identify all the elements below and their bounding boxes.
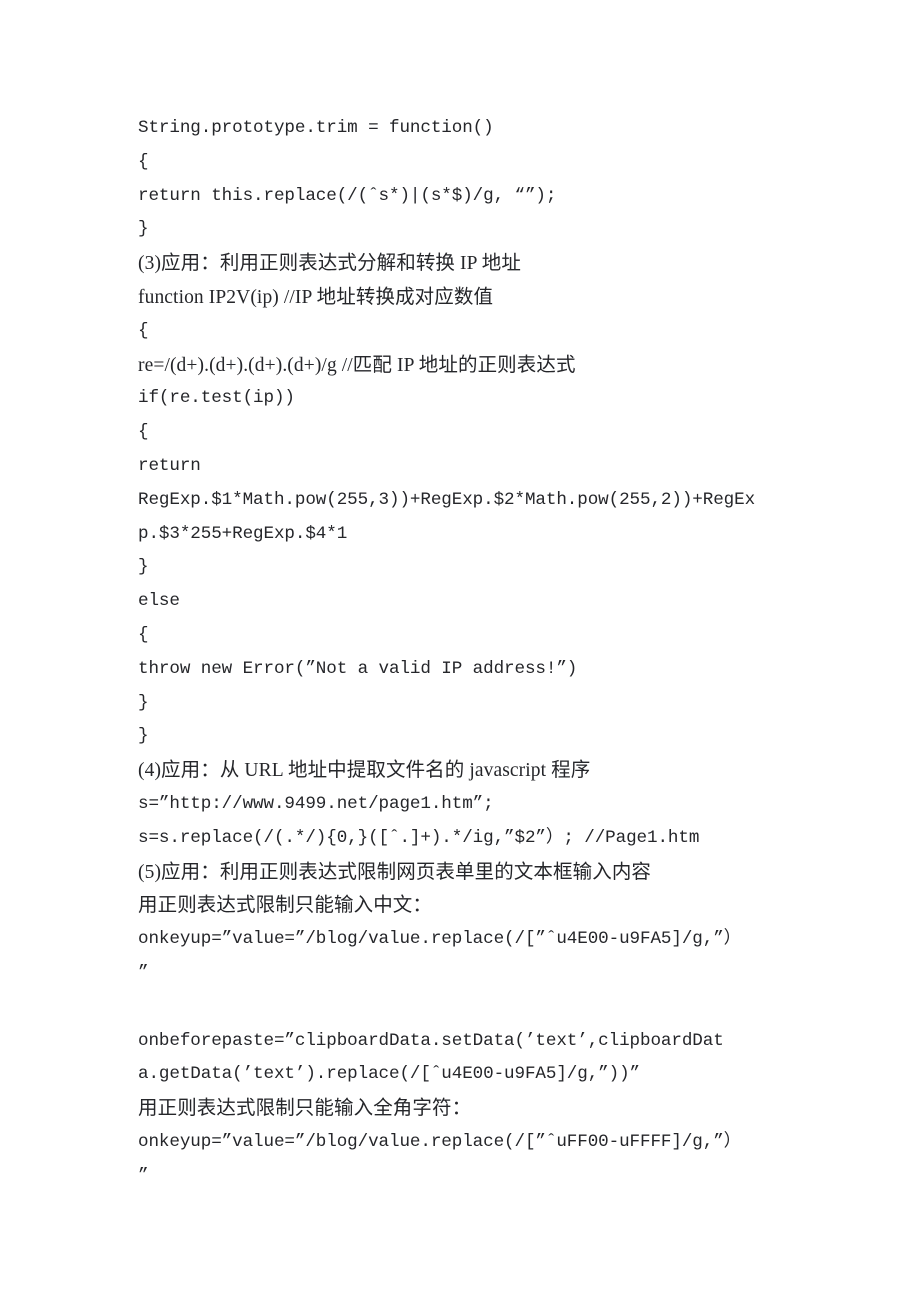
text-line: 用正则表达式限制只能输入全角字符： (138, 1098, 472, 1120)
text-line: throw new Error(”Not a valid IP address!… (138, 658, 578, 679)
text-line: p.$3*255+RegExp.$4*1 (138, 523, 348, 544)
text-line: if(re.test(ip)) (138, 388, 295, 409)
text-line: } (138, 692, 149, 713)
text-line: { (138, 422, 149, 443)
text-line: { (138, 624, 149, 645)
document-page: String.prototype.trim = function() { ret… (0, 0, 920, 1302)
text-line: onkeyup=”value=”/blog/value.replace(/[”ˆ… (138, 929, 742, 950)
text-line: ” (138, 1165, 149, 1186)
text-line: else (138, 591, 180, 612)
text-line: String.prototype.trim = function() (138, 118, 494, 138)
text-line: } (138, 219, 149, 240)
text-line: re=/(d+).(d+).(d+).(d+)/g //匹配 IP 地址的正则表… (138, 354, 576, 376)
text-line: 用正则表达式限制只能输入中文： (138, 895, 433, 917)
text-line: { (138, 320, 149, 341)
text-line: function IP2V(ip) //IP 地址转换成对应数值 (138, 286, 494, 308)
text-line: return this.replace(/(ˆs*)|(s*$)/g, “”); (138, 185, 557, 206)
text-line: } (138, 557, 149, 578)
text-line: return (138, 455, 201, 476)
text-line: } (138, 726, 149, 747)
text-line: ” (138, 962, 149, 983)
text-line: s=”http://www.9499.net/page1.htm”; (138, 793, 494, 814)
text-line: s=s.replace(/(.*/){0,}([ˆ.]+).*/ig,”$2”）… (138, 827, 700, 848)
text-line: (4)应用：从 URL 地址中提取文件名的 javascript 程序 (138, 760, 591, 782)
text-line: RegExp.$1*Math.pow(255,3))+RegExp.$2*Mat… (138, 489, 756, 510)
text-line: { (138, 151, 149, 172)
text-line: (5)应用：利用正则表达式限制网页表单里的文本框输入内容 (138, 861, 652, 883)
document-text-body: String.prototype.trim = function() { ret… (138, 112, 798, 1194)
text-line: (3)应用：利用正则表达式分解和转换 IP 地址 (138, 253, 522, 275)
text-line: onbeforepaste=”clipboardData.setData(’te… (138, 1030, 724, 1051)
text-line: onkeyup=”value=”/blog/value.replace(/[”ˆ… (138, 1131, 742, 1152)
text-line: a.getData(’text’).replace(/[ˆu4E00-u9FA5… (138, 1064, 640, 1085)
